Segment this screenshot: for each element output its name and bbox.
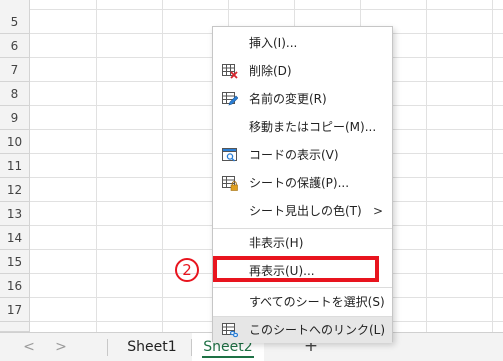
menu-item-label: シート見出しの色(T)	[249, 204, 362, 218]
menu-item-delete[interactable]: 削除(D)	[213, 58, 392, 84]
row-header[interactable]: 14	[0, 226, 30, 250]
menu-item-label: すべてのシートを選択(S)	[249, 295, 385, 309]
sheet-context-menu: 挿入(I)... 削除(D) 名前の変更(R) 移動またはコピー(M)... コ…	[212, 26, 393, 343]
menu-item-label: コードの表示(V)	[249, 148, 339, 162]
row-header[interactable]: 12	[0, 178, 30, 202]
row-header[interactable]: 5	[0, 10, 30, 34]
row-header[interactable]: 17	[0, 298, 30, 322]
row-header[interactable]: 7	[0, 58, 30, 82]
menu-separator	[213, 287, 392, 288]
step-number-marker: 2	[174, 257, 202, 285]
menu-item-link-to-sheet[interactable]: このシートへのリンク(L)	[213, 317, 392, 343]
active-tab-underline	[202, 356, 254, 358]
menu-item-view-code[interactable]: コードの表示(V)	[213, 142, 392, 168]
next-sheet-icon[interactable]: >	[54, 339, 68, 355]
step-number: 2	[182, 261, 192, 279]
menu-item-label: 削除(D)	[249, 64, 292, 78]
highlight-box	[213, 256, 379, 282]
menu-item-label: シートの保護(P)...	[249, 176, 350, 190]
menu-separator	[213, 228, 392, 229]
menu-item-tab-color[interactable]: シート見出しの色(T) >	[213, 198, 392, 224]
grid-line	[492, 0, 493, 332]
view-code-icon	[222, 148, 237, 162]
row-header[interactable]: 15	[0, 250, 30, 274]
menu-item-hide[interactable]: 非表示(H)	[213, 230, 392, 256]
tab-divider	[107, 339, 108, 356]
grid-line	[30, 9, 503, 10]
excel-window: 5 6 7 8 9 10 11 12 13 14 15 16 17 < > Sh…	[0, 0, 503, 361]
menu-item-select-all-sheets[interactable]: すべてのシートを選択(S)	[213, 289, 392, 315]
row-header[interactable]: 9	[0, 106, 30, 130]
menu-item-label: 非表示(H)	[249, 236, 304, 250]
menu-item-label: 移動またはコピー(M)...	[249, 120, 377, 134]
grid-line	[96, 0, 97, 332]
menu-item-move-copy[interactable]: 移動またはコピー(M)...	[213, 114, 392, 140]
grid-line	[162, 0, 163, 332]
menu-item-label: 名前の変更(R)	[249, 92, 327, 106]
submenu-arrow-icon: >	[372, 204, 383, 218]
link-sheet-icon	[222, 323, 238, 338]
menu-item-protect-sheet[interactable]: シートの保護(P)...	[213, 170, 392, 196]
sheet-tab-sheet1[interactable]: Sheet1	[113, 333, 191, 361]
menu-item-rename[interactable]: 名前の変更(R)	[213, 86, 392, 112]
menu-item-label: 挿入(I)...	[249, 36, 298, 50]
menu-item-label: このシートへのリンク(L)	[249, 323, 386, 337]
prev-sheet-icon[interactable]: <	[22, 339, 36, 355]
row-header[interactable]: 16	[0, 274, 30, 298]
menu-item-insert[interactable]: 挿入(I)...	[213, 30, 392, 56]
row-header[interactable]: 11	[0, 154, 30, 178]
grid-line	[426, 0, 427, 332]
row-header[interactable]: 13	[0, 202, 30, 226]
row-header[interactable]: 6	[0, 34, 30, 58]
delete-sheet-icon	[222, 64, 238, 79]
row-header[interactable]: 10	[0, 130, 30, 154]
protect-sheet-icon	[222, 176, 238, 191]
row-header[interactable]: 8	[0, 82, 30, 106]
rename-sheet-icon	[222, 92, 238, 106]
row-header-18[interactable]	[0, 322, 30, 332]
